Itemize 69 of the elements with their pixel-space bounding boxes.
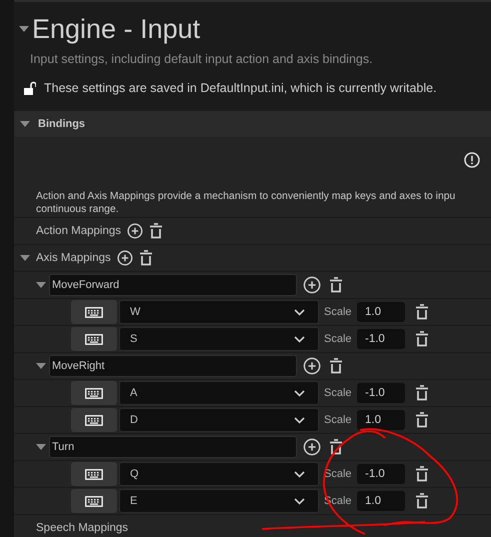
warning-icon[interactable]	[464, 152, 480, 168]
notice-text: These settings are saved in DefaultInput.ini, which is currently writable.	[44, 81, 437, 95]
scale-label: Scale	[324, 387, 353, 399]
keyboard-icon	[85, 306, 103, 318]
keyboard-button[interactable]	[71, 462, 117, 486]
scale-label: Scale	[324, 414, 353, 426]
add-icon[interactable]	[303, 276, 321, 294]
page-description: Input settings, including default input action and axis bindings.	[29, 51, 374, 68]
delete-icon[interactable]	[329, 277, 343, 293]
scale-field[interactable]: -1.0	[357, 383, 405, 403]
delete-icon[interactable]	[415, 385, 429, 401]
chevron-down-icon	[294, 416, 305, 424]
key-dropdown[interactable]: Q	[119, 462, 319, 486]
keyboard-icon	[85, 388, 103, 398]
delete-icon[interactable]	[329, 358, 343, 374]
caret-icon	[20, 121, 30, 127]
caret-icon[interactable]	[36, 444, 46, 450]
chevron-down-icon	[294, 470, 305, 478]
mapping-name-field[interactable]: MoveForward	[49, 274, 297, 296]
speech-mappings-label: Speech Mappings	[36, 522, 128, 534]
page-title: Engine - Input	[32, 14, 200, 44]
keyboard-button[interactable]	[71, 300, 117, 324]
caret-icon[interactable]	[36, 282, 46, 288]
delete-icon[interactable]	[415, 466, 429, 482]
add-icon[interactable]	[127, 223, 144, 239]
scale-field[interactable]: -1.0	[357, 464, 405, 484]
mapping-name-field[interactable]: Turn	[49, 436, 297, 458]
action-mappings-label: Action Mappings	[36, 225, 122, 237]
scale-field[interactable]: 1.0	[357, 491, 405, 511]
delete-icon[interactable]	[149, 223, 164, 239]
axis-mappings-label: Axis Mappings	[36, 252, 111, 264]
chevron-down-icon	[294, 498, 305, 504]
caret-icon[interactable]	[20, 255, 30, 261]
chevron-down-icon	[294, 390, 305, 396]
section-header[interactable]: Bindings	[14, 111, 491, 137]
scale-field[interactable]: 1.0	[357, 410, 405, 430]
mapping-name-field[interactable]: MoveRight	[49, 355, 297, 377]
scale-field[interactable]: 1.0	[357, 302, 405, 322]
add-icon[interactable]	[116, 250, 133, 266]
add-icon[interactable]	[303, 357, 321, 375]
delete-icon[interactable]	[138, 250, 153, 266]
add-icon[interactable]	[303, 438, 321, 456]
keyboard-button[interactable]	[71, 489, 117, 513]
delete-icon[interactable]	[415, 412, 429, 428]
scale-label: Scale	[324, 306, 353, 318]
scale-field[interactable]: -1.0	[357, 329, 405, 349]
delete-icon[interactable]	[415, 331, 429, 347]
keyboard-icon	[85, 334, 103, 344]
scale-label: Scale	[324, 333, 353, 345]
keyboard-button[interactable]	[71, 327, 117, 351]
chevron-down-icon	[294, 308, 305, 316]
caret-icon[interactable]	[36, 363, 46, 369]
key-dropdown[interactable]: E	[119, 489, 319, 513]
delete-icon[interactable]	[415, 304, 429, 320]
delete-icon[interactable]	[329, 439, 343, 455]
chevron-down-icon	[294, 336, 305, 342]
keyboard-button[interactable]	[71, 408, 117, 432]
key-dropdown[interactable]: S	[119, 327, 319, 351]
keyboard-icon	[85, 414, 103, 426]
key-dropdown[interactable]: W	[119, 300, 319, 324]
description-text: continuous range.	[36, 203, 120, 216]
key-dropdown[interactable]: D	[119, 408, 319, 432]
delete-icon[interactable]	[415, 493, 429, 509]
description-text: Action and Axis Mappings provide a mechanism to conveniently map keys and axes to inpu	[36, 190, 456, 203]
caret-icon[interactable]	[19, 26, 29, 32]
key-dropdown[interactable]: A	[119, 381, 319, 405]
keyboard-icon	[85, 468, 103, 480]
keyboard-button[interactable]	[71, 381, 117, 405]
keyboard-icon	[85, 496, 103, 506]
